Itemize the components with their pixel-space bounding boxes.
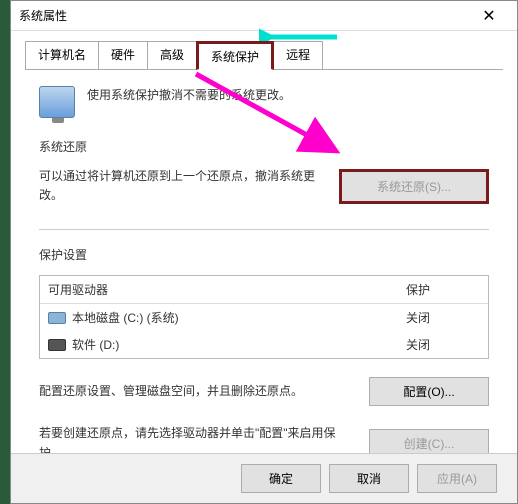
create-button[interactable]: 创建(C)...: [369, 429, 489, 453]
configure-button[interactable]: 配置(O)...: [369, 377, 489, 406]
divider: [39, 229, 489, 230]
drive-icon: [48, 339, 66, 351]
table-header: 可用驱动器 保护: [40, 276, 488, 304]
tab-system-protection[interactable]: 系统保护: [196, 41, 274, 70]
intro-text: 使用系统保护撤消不需要的系统更改。: [87, 86, 291, 103]
titlebar: 系统属性 ✕: [11, 1, 517, 31]
drive-label: 软件 (D:): [72, 336, 119, 353]
restore-description: 可以通过将计算机还原到上一个还原点，撤消系统更改。: [39, 167, 319, 205]
window-title: 系统属性: [19, 7, 469, 24]
tab-computer-name[interactable]: 计算机名: [25, 41, 99, 70]
tab-advanced[interactable]: 高级: [147, 41, 197, 70]
cancel-button[interactable]: 取消: [329, 464, 409, 493]
drive-status: 关闭: [398, 304, 488, 331]
col-header-drive: 可用驱动器: [40, 276, 398, 303]
tab-remote[interactable]: 远程: [273, 41, 323, 70]
monitor-icon: [39, 86, 75, 118]
restore-section-header: 系统还原: [39, 138, 489, 155]
drive-status: 关闭: [398, 331, 488, 358]
drives-table: 可用驱动器 保护 本地磁盘 (C:) (系统) 关闭 软件 (D:) 关闭: [39, 275, 489, 359]
tab-bar: 计算机名 硬件 高级 系统保护 远程: [11, 41, 517, 70]
drive-icon: [48, 312, 66, 324]
system-restore-button[interactable]: 系统还原(S)...: [339, 169, 489, 204]
close-button[interactable]: ✕: [469, 2, 509, 30]
drive-label: 本地磁盘 (C:) (系统): [72, 309, 179, 326]
table-row[interactable]: 软件 (D:) 关闭: [40, 331, 488, 358]
table-row[interactable]: 本地磁盘 (C:) (系统) 关闭: [40, 304, 488, 331]
ok-button[interactable]: 确定: [241, 464, 321, 493]
protection-section-header: 保护设置: [39, 246, 489, 263]
configure-description: 配置还原设置、管理磁盘空间，并且删除还原点。: [39, 382, 349, 401]
create-description: 若要创建还原点，请先选择驱动器并单击"配置"来启用保护。: [39, 424, 349, 453]
dialog-footer: 确定 取消 应用(A): [11, 453, 517, 503]
system-properties-dialog: 系统属性 ✕ 计算机名 硬件 高级 系统保护 远程 使用系统保护撤消不需要的系统…: [10, 0, 518, 504]
col-header-status: 保护: [398, 276, 488, 303]
tab-hardware[interactable]: 硬件: [98, 41, 148, 70]
tab-content: 使用系统保护撤消不需要的系统更改。 系统还原 可以通过将计算机还原到上一个还原点…: [11, 70, 517, 453]
apply-button[interactable]: 应用(A): [417, 464, 497, 493]
